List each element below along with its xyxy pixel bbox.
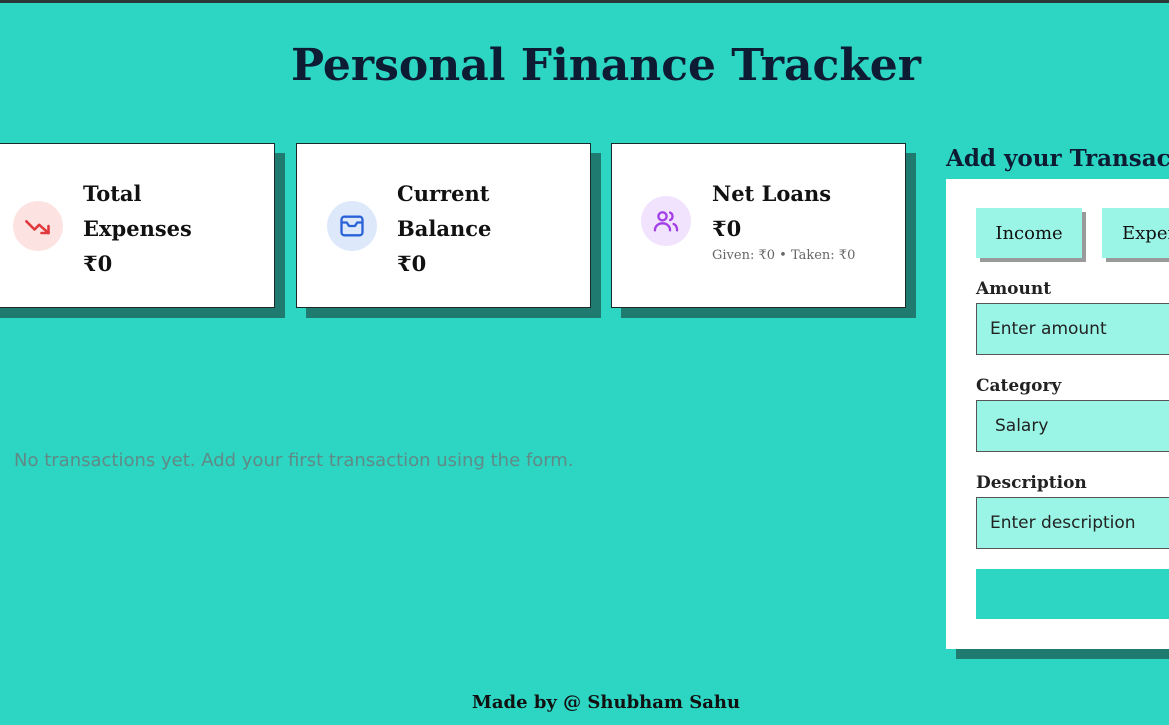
total-expenses-card: Total Expenses ₹0 (0, 143, 275, 308)
transaction-form: Income Expense Amount Enter amount Categ… (946, 179, 1169, 649)
form-title: Add your Transaction (946, 145, 1169, 172)
category-select[interactable]: Salary (976, 400, 1169, 452)
card-value: ₹0 (83, 251, 113, 276)
description-input[interactable]: Enter description (976, 497, 1169, 549)
current-balance-card: Current Balance ₹0 (296, 143, 591, 308)
empty-transactions-message: No transactions yet. Add your first tran… (14, 450, 574, 471)
loans-breakdown: Given: ₹0 • Taken: ₹0 (712, 248, 856, 263)
card-label: Current Balance (397, 181, 492, 241)
card-label: Net Loans (712, 181, 832, 206)
users-icon (641, 196, 691, 246)
amount-input[interactable]: Enter amount (976, 303, 1169, 355)
amount-label: Amount (976, 279, 1052, 299)
card-label: Total Expenses (83, 181, 192, 241)
net-loans-card: Net Loans ₹0 Given: ₹0 • Taken: ₹0 (611, 143, 906, 308)
top-border (0, 0, 1169, 3)
wallet-icon (327, 201, 377, 251)
trending-down-icon (13, 201, 63, 251)
add-transaction-button[interactable] (976, 569, 1169, 619)
expense-toggle[interactable]: Expense (1102, 208, 1169, 258)
category-label: Category (976, 376, 1062, 396)
card-value: ₹0 (712, 216, 742, 241)
card-value: ₹0 (397, 251, 427, 276)
description-label: Description (976, 473, 1087, 493)
page-title: Personal Finance Tracker (291, 40, 921, 91)
income-toggle[interactable]: Income (976, 208, 1082, 258)
footer-credit: Made by @ Shubham Sahu (471, 692, 741, 713)
